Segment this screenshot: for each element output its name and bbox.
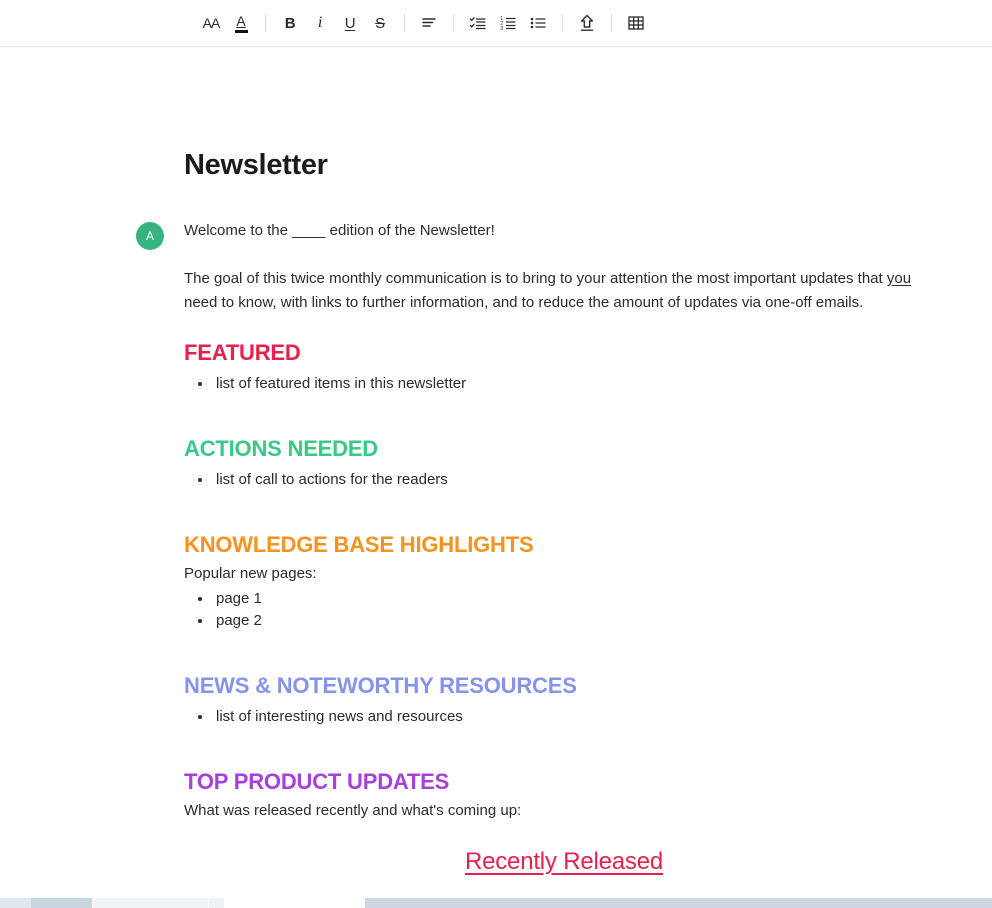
section-heading[interactable]: NEWS & NOTEWORTHY RESOURCES [184,672,944,700]
intro-underlined-word: you [886,270,912,287]
bottom-strip-segment [260,898,366,908]
section-heading[interactable]: KNOWLEDGE BASE HIGHLIGHTS [184,531,944,559]
bottom-strip-segment [208,898,225,908]
editor-toolbar: AA A B i U S 1 2 3 [0,0,992,47]
bold-glyph: B [284,14,296,32]
list-item[interactable]: list of featured items in this newslette… [213,373,944,395]
numbered-list-icon-svg: 1 2 3 [500,16,516,32]
insert-upload-icon-svg [580,14,594,31]
font-size-glyph: AA [202,15,221,31]
underline-icon[interactable]: U [335,8,365,38]
bottom-strip-segment [0,898,32,908]
bottom-window-strip [0,898,992,908]
bottom-strip-segment [31,898,92,908]
text-align-icon-svg [422,18,436,27]
list-item[interactable]: list of call to actions for the readers [213,469,944,491]
section-bullet-list: page 1 page 2 [184,588,944,632]
section-actions-needed: ACTIONS NEEDED list of call to actions f… [184,435,944,491]
section-heading[interactable]: FEATURED [184,339,944,367]
italic-glyph: i [317,14,323,31]
underline-glyph: U [344,14,356,32]
section-top-product-updates: TOP PRODUCT UPDATES What was released re… [184,768,944,822]
greeting-paragraph[interactable]: Welcome to the ____ edition of the Newsl… [184,219,944,243]
page-title[interactable]: Newsletter [184,149,328,182]
text-color-swatch [234,29,248,33]
bulleted-list-icon[interactable] [523,8,553,38]
bottom-strip-segment [365,898,992,908]
section-bullet-list: list of featured items in this newslette… [184,373,944,395]
section-heading[interactable]: TOP PRODUCT UPDATES [184,768,944,796]
section-lead-text[interactable]: What was released recently and what's co… [184,800,944,822]
toolbar-separator [611,14,612,32]
strikethrough-icon[interactable]: S [365,8,395,38]
table-icon-svg [628,16,644,30]
text-color-letter: A [236,12,246,29]
list-item[interactable]: list of interesting news and resources [213,706,944,728]
text-align-icon[interactable] [414,8,444,38]
italic-icon[interactable]: i [305,8,335,38]
svg-text:3: 3 [500,26,503,32]
insert-upload-icon[interactable] [572,8,602,38]
section-featured: FEATURED list of featured items in this … [184,339,944,395]
section-bullet-list: list of call to actions for the readers [184,469,944,491]
toolbar-separator [562,14,563,32]
text-color-icon[interactable]: A [226,8,256,38]
bottom-strip-segment [92,898,208,908]
document-content: Welcome to the ____ edition of the Newsl… [184,219,944,876]
section-heading[interactable]: ACTIONS NEEDED [184,435,944,463]
checklist-icon-svg [469,17,486,30]
intro-text-part2: need to know, with links to further info… [184,294,864,311]
font-size-icon[interactable]: AA [196,8,226,38]
toolbar-separator [453,14,454,32]
section-bullet-list: list of interesting news and resources [184,706,944,728]
table-icon[interactable] [621,8,651,38]
toolbar-separator [404,14,405,32]
section-news-noteworthy-resources: NEWS & NOTEWORTHY RESOURCES list of inte… [184,672,944,728]
intro-text-part1: The goal of this twice monthly communica… [184,270,887,287]
intro-paragraph[interactable]: The goal of this twice monthly communica… [184,267,944,315]
list-item[interactable]: page 2 [213,610,944,632]
recently-released-link[interactable]: Recently Released [184,848,944,876]
checklist-icon[interactable] [463,8,493,38]
avatar-initial: A [145,229,154,243]
bold-icon[interactable]: B [275,8,305,38]
numbered-list-icon[interactable]: 1 2 3 [493,8,523,38]
strikethrough-glyph: S [375,14,385,32]
toolbar-separator [265,14,266,32]
avatar[interactable]: A [136,222,164,250]
text-color-glyph-wrap: A [234,12,248,33]
bulleted-list-icon-svg [530,17,546,29]
list-item[interactable]: page 1 [213,588,944,610]
section-lead-text[interactable]: Popular new pages: [184,563,944,585]
section-knowledge-base-highlights: KNOWLEDGE BASE HIGHLIGHTS Popular new pa… [184,531,944,632]
